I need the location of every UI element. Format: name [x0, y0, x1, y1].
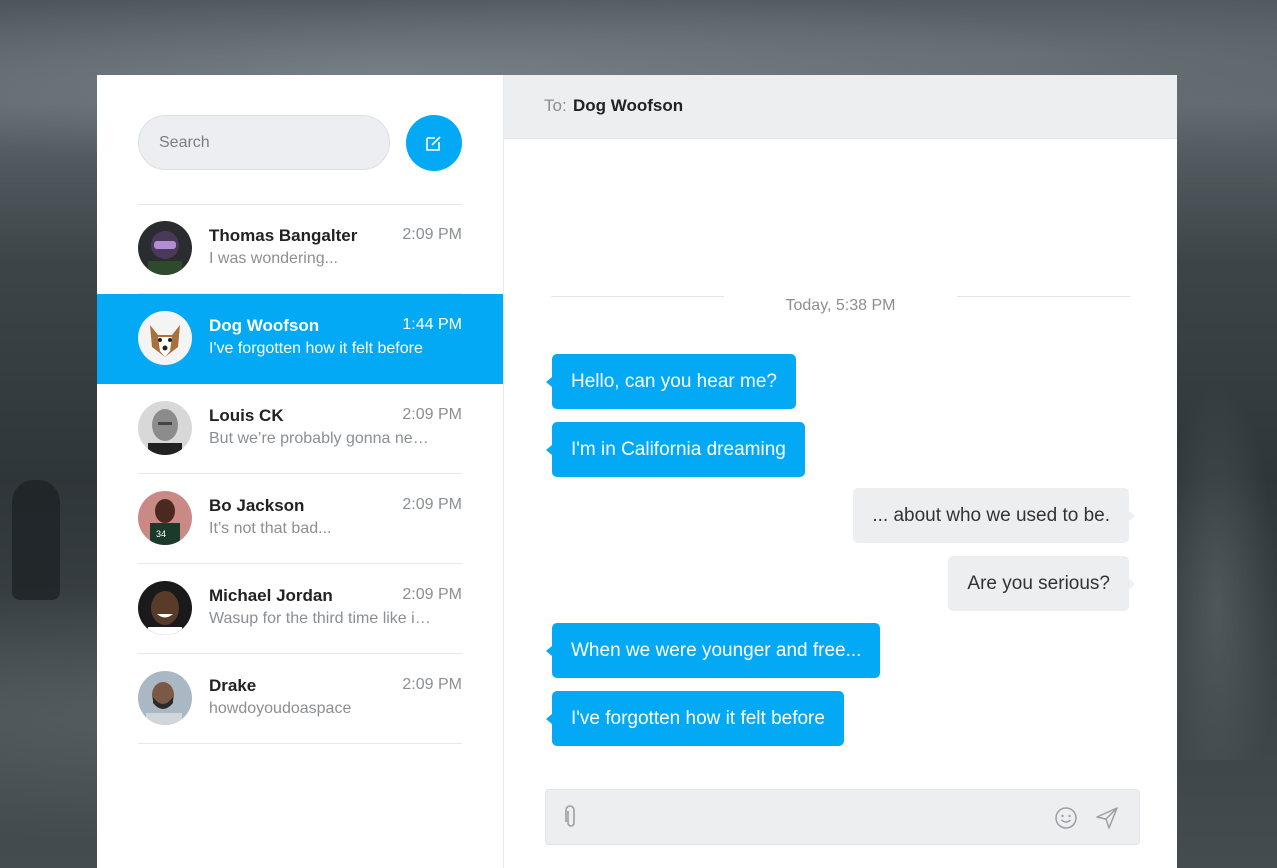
attach-button[interactable] [560, 805, 582, 829]
avatar [138, 581, 192, 635]
sidebar: Thomas Bangalter 2:09 PM I was wondering… [97, 75, 504, 868]
conversation-item[interactable]: Louis CK 2:09 PM But we’re probably gonn… [97, 384, 503, 474]
message-bubble-incoming: When we were younger and free... [545, 623, 881, 678]
compose-button[interactable] [406, 115, 462, 171]
message-bubble-incoming: Hello, can you hear me? [546, 354, 796, 409]
message-bubble-outgoing: ... about who we used to be. [853, 488, 1135, 543]
message-preview: I've forgotten how it felt before [209, 340, 423, 357]
avatar [138, 311, 192, 365]
paperclip-icon [565, 805, 575, 827]
conversation-item[interactable]: Drake 2:09 PM howdoyoudoaspace [97, 654, 503, 744]
message-time: 2:09 PM [402, 496, 462, 513]
message-input[interactable] [592, 790, 1036, 846]
avatar [138, 401, 192, 455]
message-time: 2:09 PM [402, 226, 462, 243]
contact-name: Michael Jordan [209, 586, 333, 605]
search-input[interactable] [138, 115, 390, 170]
send-icon [1096, 807, 1118, 829]
background-shape [1177, 380, 1277, 760]
avatar [138, 671, 192, 725]
contact-name: Thomas Bangalter [209, 226, 358, 245]
message-bubble-incoming: I'm in California dreaming [546, 422, 805, 477]
emoji-button[interactable] [1053, 805, 1079, 831]
send-button[interactable] [1094, 805, 1120, 831]
message-time: 1:44 PM [402, 316, 462, 333]
message-bubble-outgoing: Are you serious? [948, 556, 1135, 611]
contact-name: Drake [209, 676, 257, 695]
search-row [138, 115, 462, 172]
chat-app: Thomas Bangalter 2:09 PM I was wondering… [97, 75, 1177, 868]
contact-name: Bo Jackson [209, 496, 305, 515]
date-label: Today, 5:38 PM [785, 297, 896, 314]
message-time: 2:09 PM [402, 586, 462, 603]
message-preview: It’s not that bad... [209, 520, 332, 537]
conversation-list: Thomas Bangalter 2:09 PM I was wondering… [97, 204, 503, 744]
background-figure [12, 480, 60, 600]
message-time: 2:09 PM [402, 676, 462, 693]
avatar: 34 [138, 491, 192, 545]
message-preview: howdoyoudoaspace [209, 700, 352, 717]
message-preview: But we’re probably gonna need a new carp… [209, 430, 434, 447]
conversation-item[interactable]: 34 Bo Jackson 2:09 PM It’s not that bad.… [97, 474, 503, 564]
conversation-item[interactable]: Michael Jordan 2:09 PM Wasup for the thi… [97, 564, 503, 654]
conversation-item-active[interactable]: Dog Woofson 1:44 PM I've forgotten how i… [97, 294, 503, 384]
message-bubble-incoming: I've forgotten how it felt before [546, 691, 844, 746]
message-composer [545, 789, 1140, 846]
to-label: To: [544, 96, 567, 115]
message-preview: I was wondering... [209, 250, 338, 267]
contact-name: Dog Woofson [209, 316, 320, 335]
svg-text:34: 34 [156, 529, 166, 539]
conversation-item[interactable]: Thomas Bangalter 2:09 PM I was wondering… [97, 204, 503, 294]
message-preview: Wasup for the third time like is you bli… [209, 610, 434, 627]
contact-name: Louis CK [209, 406, 284, 425]
avatar [138, 221, 192, 275]
message-time: 2:09 PM [402, 406, 462, 423]
smiley-icon [1055, 807, 1077, 829]
recipient-name: Dog Woofson [573, 96, 684, 115]
chat-pane: To: Dog Woofson Today, 5:38 PM Hello, ca… [504, 75, 1177, 868]
chat-header: To: Dog Woofson [504, 75, 1177, 139]
compose-icon [426, 136, 441, 151]
